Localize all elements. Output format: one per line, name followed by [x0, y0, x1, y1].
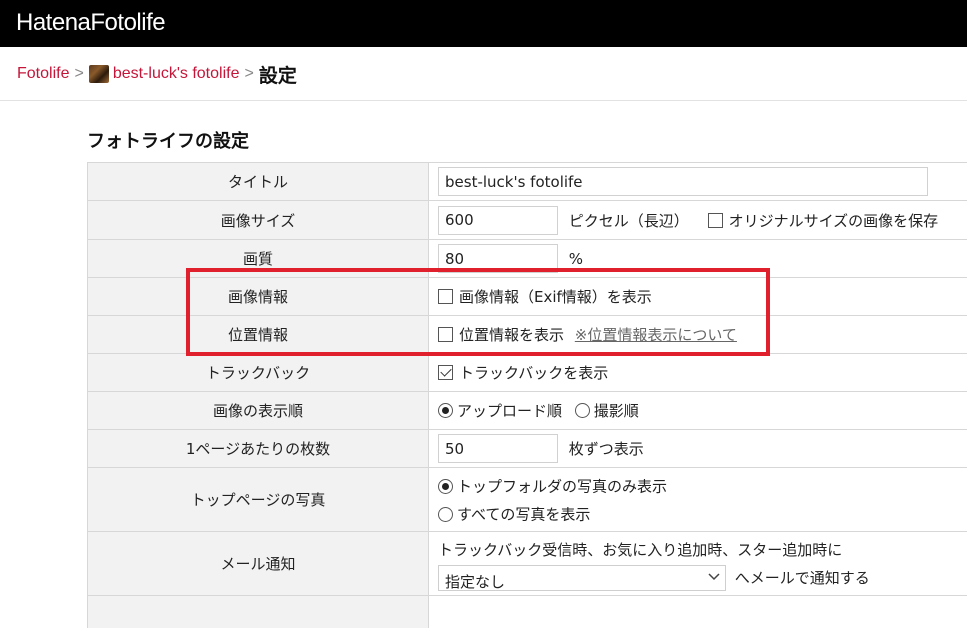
settings-row-mail: メール通知 トラックバック受信時、お気に入り追加時、スター追加時に 指定なし へ… [87, 531, 967, 596]
hatena-fotolife-logo[interactable]: HatenaFotolife [16, 9, 166, 37]
settings-row-per-page: 1ページあたりの枚数 枚ずつ表示 [87, 429, 967, 468]
settings-row-trackback: トラックバック トラックバックを表示 [87, 353, 967, 392]
breadcrumb-fotolife-link[interactable]: Fotolife [17, 65, 69, 83]
trackback-label: トラックバックを表示 [459, 364, 609, 382]
image-info-checkbox[interactable] [438, 289, 453, 304]
row-label: メール通知 [87, 531, 429, 596]
row-label: 画像情報 [87, 277, 429, 316]
settings-row-quality: 画質 % [87, 239, 967, 278]
page-title: 設定 [258, 65, 297, 87]
image-size-input[interactable] [438, 205, 558, 235]
settings-row-empty [87, 595, 967, 628]
order-shot-label: 撮影順 [593, 402, 639, 420]
breadcrumb-separator: > [74, 65, 84, 82]
mail-description: トラックバック受信時、お気に入り追加時、スター追加時に [438, 540, 843, 559]
mail-suffix: へメールで通知する [734, 569, 870, 587]
per-page-input[interactable] [438, 434, 558, 463]
all-photos-radio[interactable] [438, 506, 453, 522]
original-size-label: オリジナルサイズの画像を保存 [728, 211, 939, 230]
row-label: トップページの写真 [87, 467, 429, 532]
row-value [428, 595, 967, 628]
mail-target-value: 指定なし [445, 573, 506, 591]
trackback-checkbox[interactable] [438, 365, 453, 380]
section-title: フォトライフの設定 [87, 131, 249, 152]
row-label: タイトル [87, 162, 429, 201]
location-label: 位置情報を表示 [459, 326, 565, 344]
breadcrumb-user-link[interactable]: best-luck's fotolife [113, 65, 240, 83]
settings-row-image-size: 画像サイズ ピクセル（長辺） オリジナルサイズの画像を保存 [87, 200, 967, 240]
top-folder-only-label: トップフォルダの写真のみ表示 [457, 477, 668, 495]
settings-row-image-info: 画像情報 画像情報（Exif情報）を表示 [87, 277, 967, 316]
user-avatar-icon [88, 65, 109, 83]
top-folder-only-radio[interactable] [438, 478, 453, 494]
row-label: 画質 [87, 239, 429, 278]
order-upload-radio[interactable] [438, 403, 453, 418]
chevron-down-icon [708, 573, 720, 581]
per-page-unit: 枚ずつ表示 [568, 440, 644, 458]
settings-row-title: タイトル [87, 162, 967, 201]
quality-input[interactable] [438, 244, 558, 273]
breadcrumb: Fotolife > best-luck's fotolife > 設定 [17, 60, 297, 88]
image-size-unit: ピクセル（長辺） [568, 211, 689, 230]
settings-table: タイトル 画像サイズ ピクセル（長辺） オリジナルサイズの画像を保存 画質 % … [87, 162, 967, 628]
breadcrumb-separator: > [244, 65, 254, 82]
row-label: 画像の表示順 [87, 391, 429, 430]
row-label: 画像サイズ [87, 200, 429, 240]
mail-target-select[interactable]: 指定なし [438, 565, 726, 591]
divider [0, 100, 967, 101]
row-label: 位置情報 [87, 315, 429, 354]
row-label: トラックバック [87, 353, 429, 392]
order-shot-radio[interactable] [574, 403, 590, 418]
location-info-link[interactable]: ※位置情報表示について [575, 326, 737, 344]
image-info-label: 画像情報（Exif情報）を表示 [459, 288, 652, 306]
row-label: 1ページあたりの枚数 [87, 429, 429, 468]
original-size-checkbox[interactable] [707, 212, 723, 228]
title-input[interactable] [438, 167, 928, 196]
all-photos-label: すべての写真を表示 [457, 505, 591, 523]
order-upload-label: アップロード順 [457, 402, 563, 420]
location-checkbox[interactable] [438, 327, 453, 342]
settings-row-location: 位置情報 位置情報を表示 ※位置情報表示について [87, 315, 967, 354]
settings-row-order: 画像の表示順 アップロード順 撮影順 [87, 391, 967, 430]
settings-row-top-photo: トップページの写真 トップフォルダの写真のみ表示 すべての写真を表示 [87, 467, 967, 532]
quality-unit: % [568, 249, 584, 268]
row-label [87, 595, 429, 628]
top-bar: HatenaFotolife [0, 0, 967, 47]
